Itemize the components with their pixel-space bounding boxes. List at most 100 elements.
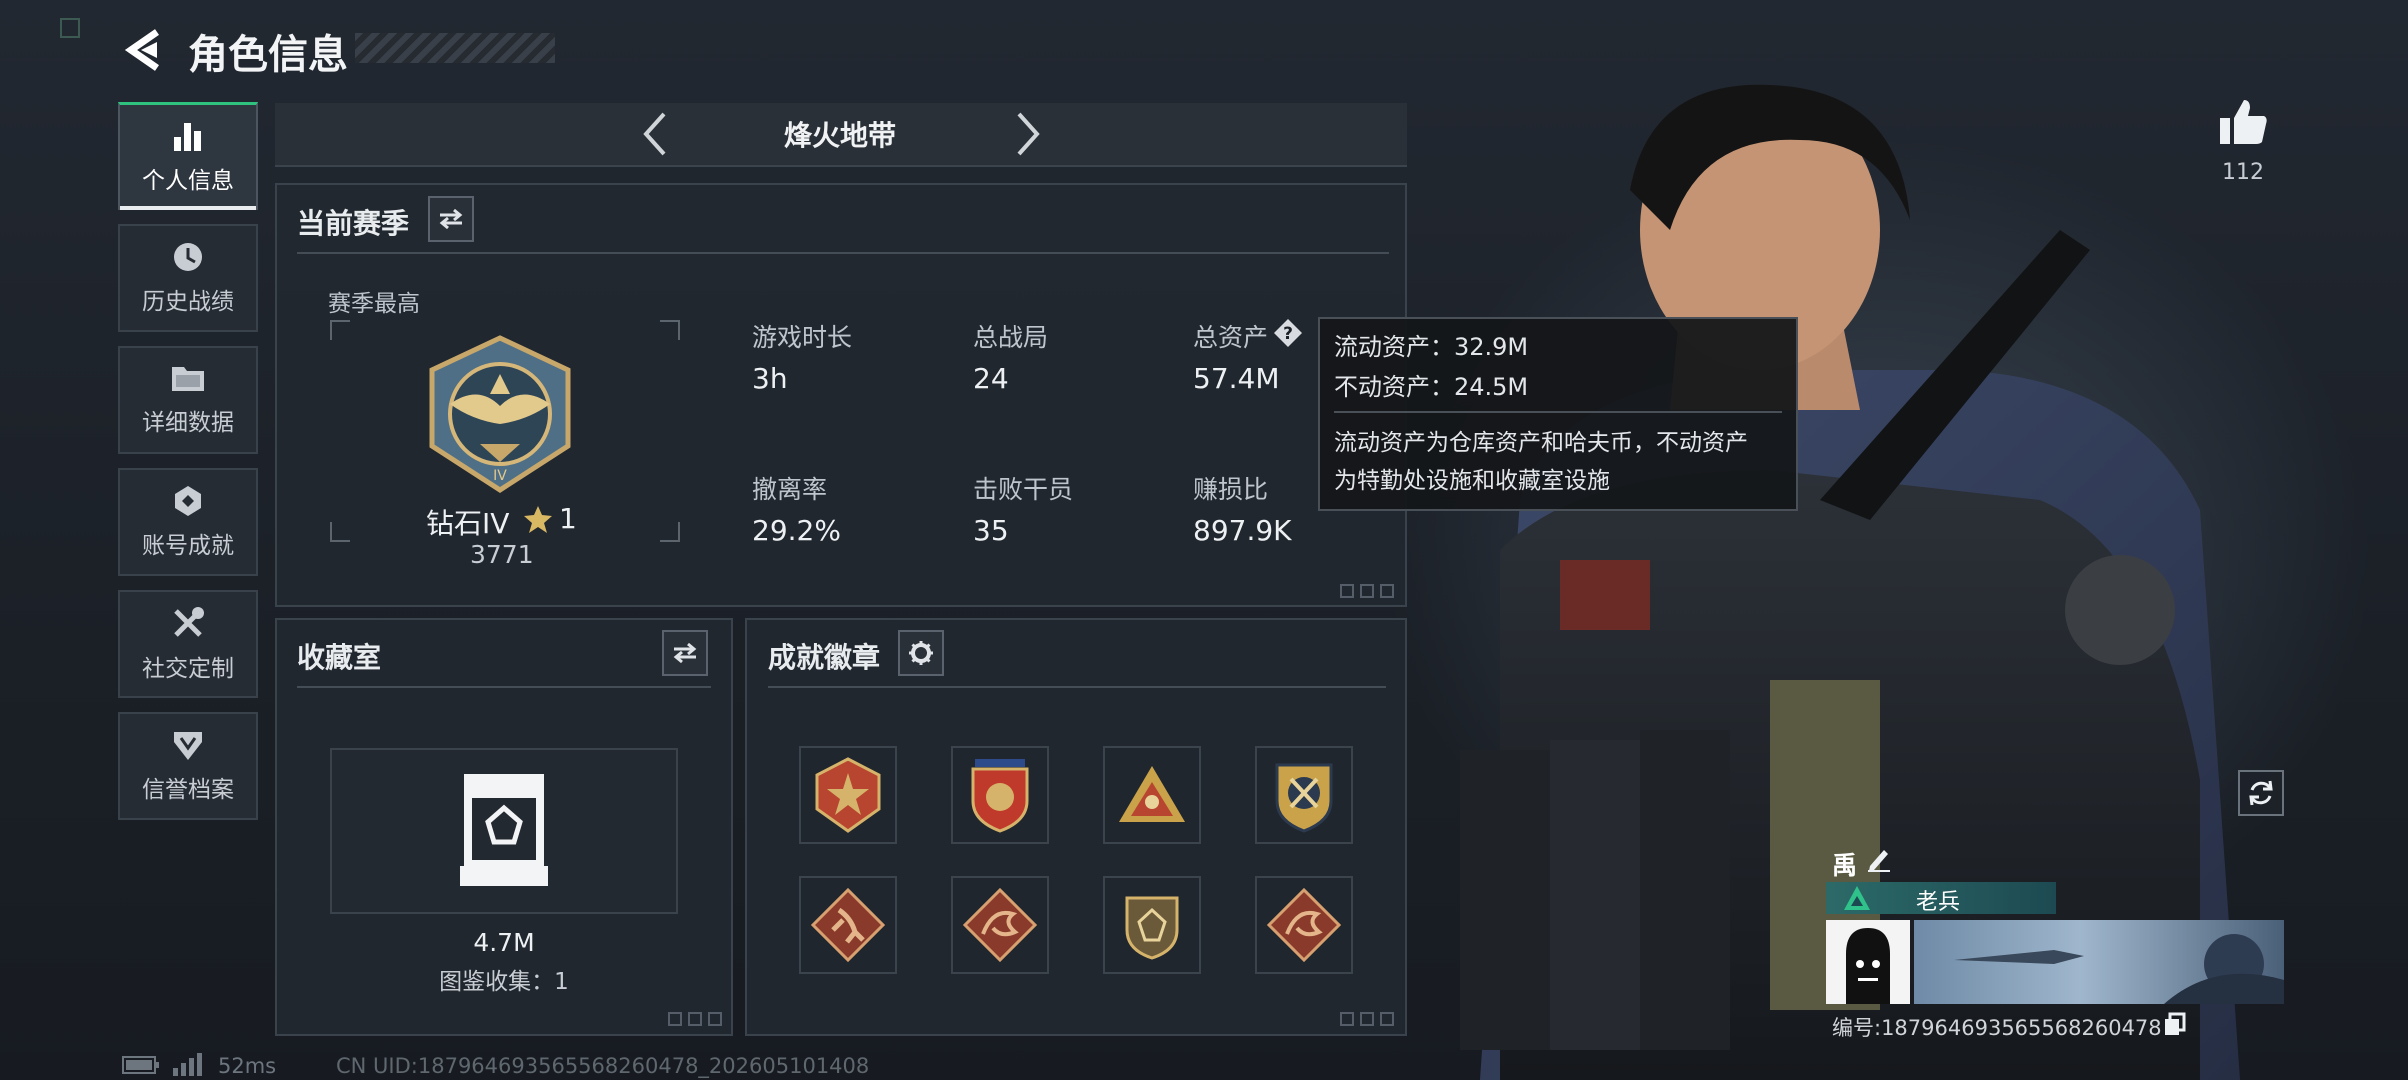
rank-stars: 1 — [559, 502, 577, 535]
achievements-settings-button[interactable] — [898, 630, 944, 676]
like-count: 112 — [2222, 160, 2264, 185]
player-name: 禹 — [1832, 851, 1858, 880]
star-emblem-icon — [815, 757, 881, 833]
achievement-badge[interactable] — [1255, 746, 1353, 844]
back-button[interactable] — [118, 25, 168, 75]
chevron-right-icon — [1017, 112, 1040, 156]
star-icon — [524, 506, 552, 533]
collection-switch-button[interactable] — [662, 630, 708, 676]
stat-label-operators-defeated: 击败干员 — [973, 475, 1074, 504]
achievement-badge[interactable] — [799, 876, 897, 974]
mode-prev-button[interactable] — [630, 108, 680, 160]
player-id: 编号:18796469356556826047​8 — [1832, 1016, 2162, 1040]
shield-badge-icon — [174, 732, 202, 760]
gear-icon — [909, 641, 933, 665]
display-case-icon — [460, 774, 548, 886]
footer-uid: CN UID:18796469356556826047​8_2026051014… — [336, 1054, 870, 1078]
swap-icon — [439, 208, 463, 230]
tooltip-description-line2: 为特勤处设施和收藏室设施 — [1334, 468, 1610, 494]
refresh-button[interactable] — [2238, 770, 2284, 816]
tooltip-liquid-assets: 流动资产：32.9M — [1334, 333, 1529, 361]
sidebar-item-label: 账号成就 — [142, 533, 234, 559]
frame-corner — [330, 320, 350, 340]
svg-text:IV: IV — [493, 468, 507, 484]
sidebar-item-label: 个人信息 — [142, 167, 234, 194]
help-button[interactable]: ? — [1273, 318, 1303, 348]
achievement-badge[interactable] — [799, 746, 897, 844]
ping: 52ms — [218, 1054, 277, 1078]
stat-label-total-assets: 总资产 — [1193, 323, 1269, 352]
refresh-icon — [2249, 780, 2273, 806]
sidebar-item-personal-info[interactable]: 个人信息 — [118, 102, 258, 210]
achievement-icon — [175, 486, 201, 516]
title-decoration — [355, 33, 555, 63]
stat-value-play-time: 3h — [752, 362, 788, 395]
season-best-label: 赛季最高 — [328, 291, 420, 317]
svg-text:?: ? — [1283, 324, 1293, 344]
signal-icon — [173, 1053, 202, 1076]
page-title: 角色信息 — [188, 32, 348, 78]
rank-score: 3771 — [470, 540, 534, 569]
thumbs-up-icon — [2220, 100, 2267, 144]
panel-corner-decoration — [1340, 584, 1394, 598]
anchor-emblem-icon — [1275, 763, 1333, 833]
stat-label-profit-ratio: 赚损比 — [1193, 475, 1269, 504]
copy-icon — [2165, 1012, 2186, 1035]
stat-label-extract-rate: 撤离率 — [752, 475, 828, 504]
stat-label-total-matches: 总战局 — [973, 323, 1049, 352]
achievement-badge[interactable] — [1255, 876, 1353, 974]
pencil-icon — [1868, 850, 1890, 872]
sidebar-item-history[interactable]: 历史战绩 — [118, 224, 258, 332]
season-title: 当前赛季 — [297, 207, 410, 240]
avatar[interactable] — [1826, 920, 1910, 1004]
like-button[interactable] — [2218, 98, 2270, 150]
achievement-badge[interactable] — [951, 746, 1049, 844]
runner-badge-icon — [811, 888, 885, 962]
sidebar-item-reputation[interactable]: 信誉档案 — [118, 712, 258, 820]
divider — [297, 686, 711, 688]
sidebar-item-social-custom[interactable]: 社交定制 — [118, 590, 258, 698]
shield-emblem-icon — [971, 759, 1029, 833]
jet-banner-image — [1954, 934, 2284, 1004]
folder-icon — [172, 367, 204, 391]
stat-value-extract-rate: 29.2% — [752, 514, 841, 547]
triangle-emblem-icon — [1119, 766, 1185, 822]
clock-icon — [174, 243, 202, 271]
diamond-rank-emblem-icon: IV — [429, 335, 571, 493]
mode-label: 烽火地带 — [783, 119, 896, 152]
tooltip-divider — [1334, 411, 1782, 413]
gem-shield-badge-icon — [1125, 896, 1179, 960]
veteran-rank-icon — [1844, 886, 1870, 910]
panel-corner-decoration — [668, 1012, 722, 1026]
frame-corner — [660, 320, 680, 340]
stat-value-total-matches: 24 — [973, 362, 1009, 395]
dragon-badge-icon — [1267, 888, 1341, 962]
collection-value: 4.7M — [473, 928, 535, 957]
tools-icon — [174, 607, 204, 637]
sidebar-item-detailed-data[interactable]: 详细数据 — [118, 346, 258, 454]
player-banner[interactable] — [1914, 920, 2284, 1004]
chevron-left-icon — [643, 112, 666, 156]
copy-id-button[interactable] — [2164, 1012, 2188, 1038]
stat-value-total-assets: 57.4M — [1193, 362, 1280, 395]
stat-value-profit-ratio: 897.9K — [1193, 514, 1292, 547]
stat-value-operators-defeated: 35 — [973, 514, 1009, 547]
battery-icon — [122, 1056, 159, 1074]
season-switch-button[interactable] — [428, 196, 474, 242]
sidebar-item-achievements[interactable]: 账号成就 — [118, 468, 258, 576]
collection-count: 图鉴收集：1 — [439, 969, 569, 995]
player-title: 老兵 — [1916, 890, 1961, 915]
corner-marker-icon — [60, 18, 80, 38]
sidebar-item-label: 详细数据 — [142, 410, 234, 436]
frame-corner — [660, 522, 680, 542]
dragon-badge-icon — [963, 888, 1037, 962]
mode-next-button[interactable] — [1003, 108, 1053, 160]
frame-corner — [330, 522, 350, 542]
achievement-badge[interactable] — [1103, 876, 1201, 974]
sidebar-item-label: 历史战绩 — [142, 289, 234, 315]
edit-name-button[interactable] — [1866, 846, 1896, 876]
achievement-badge[interactable] — [951, 876, 1049, 974]
achievement-badge[interactable] — [1103, 746, 1201, 844]
panel-corner-decoration — [1340, 1012, 1394, 1026]
achievements-title: 成就徽章 — [768, 641, 881, 674]
